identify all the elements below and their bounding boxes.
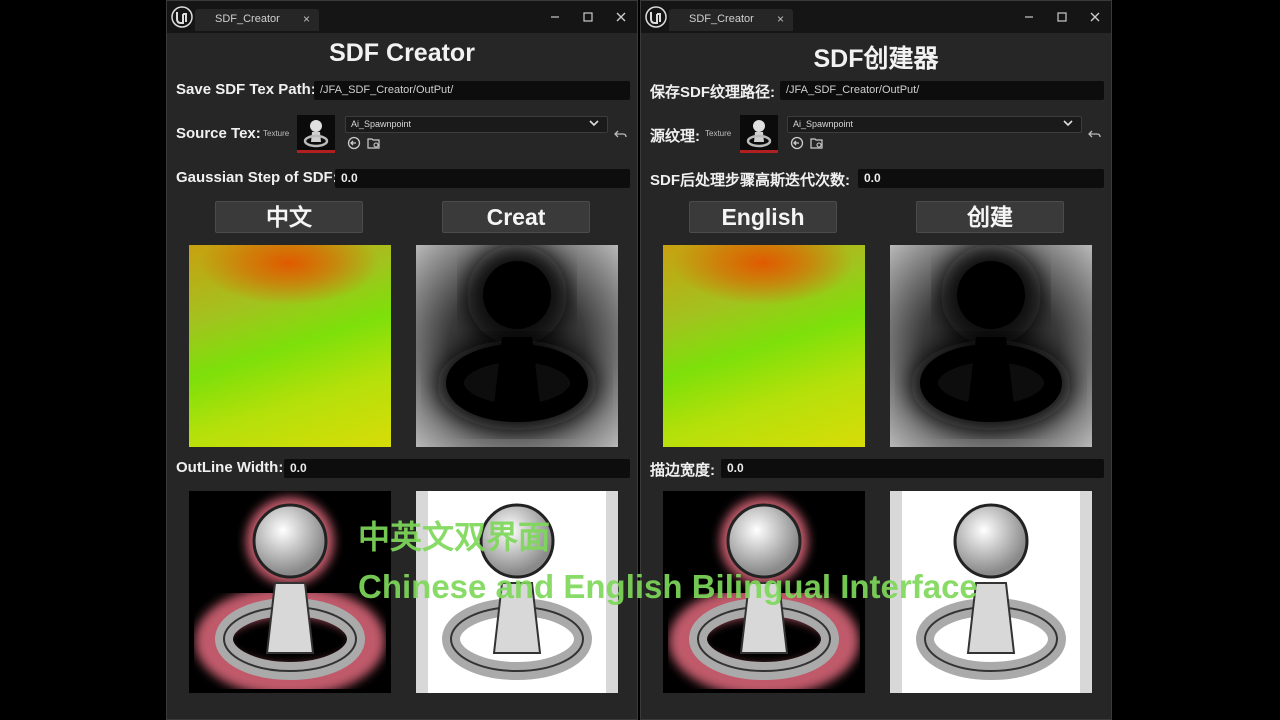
jfa-gradient-preview (189, 245, 391, 447)
texture-type-label: Texture (705, 129, 732, 138)
close-icon[interactable] (609, 7, 633, 27)
window-titlebar[interactable]: SDF_Creator × (641, 1, 1111, 33)
unreal-logo-icon (645, 6, 667, 28)
gaussian-step-input[interactable]: 0.0 (335, 169, 630, 188)
reset-arrow-icon[interactable] (614, 127, 628, 141)
sdf-creator-window-chinese: SDF_Creator × SDF创建器 保存SDF纹理路径: /JFA_SDF… (640, 0, 1112, 720)
app-title: SDF创建器 (813, 45, 939, 73)
minimize-icon[interactable] (1017, 7, 1041, 27)
tab-close-icon[interactable]: × (303, 12, 310, 26)
language-toggle-button[interactable]: 中文 (215, 201, 363, 233)
tab-close-icon[interactable]: × (777, 12, 784, 26)
language-toggle-button[interactable]: English (689, 201, 837, 233)
gaussian-step-input[interactable]: 0.0 (858, 169, 1104, 188)
save-path-input[interactable]: /JFA_SDF_Creator/OutPut/ (314, 81, 630, 100)
source-tex-label: Source Tex: (176, 125, 261, 142)
source-texture-thumbnail[interactable] (740, 115, 778, 153)
maximize-icon[interactable] (1050, 7, 1074, 27)
spawnpoint-thumbnail-icon (303, 120, 329, 148)
tab-sdf-creator[interactable]: SDF_Creator × (669, 9, 793, 31)
outline-width-label: 描边宽度: (650, 462, 715, 479)
sdf-distance-preview (890, 245, 1092, 447)
source-texture-value: Ai_Spawnpoint (351, 119, 412, 129)
source-texture-thumbnail[interactable] (297, 115, 335, 153)
gaussian-step-label: SDF后处理步骤高斯迭代次数: (650, 172, 850, 189)
tab-sdf-creator[interactable]: SDF_Creator × (195, 9, 319, 31)
save-path-input[interactable]: /JFA_SDF_Creator/OutPut/ (780, 81, 1104, 100)
browse-asset-icon[interactable] (790, 136, 804, 150)
overlay-caption-chinese: 中英文双界面 (358, 519, 551, 555)
tab-title: SDF_Creator (215, 13, 280, 25)
sdf-creator-window-english: SDF_Creator × SDF Creator Save SDF Tex P… (166, 0, 638, 720)
sdf-distance-preview (416, 245, 618, 447)
window-titlebar[interactable]: SDF_Creator × (167, 1, 637, 33)
app-title: SDF Creator (329, 39, 475, 67)
spawnpoint-thumbnail-icon (746, 120, 772, 148)
overlay-caption-english: Chinese and English Bilingual Interface (358, 568, 978, 605)
texture-type-label: Texture (263, 129, 290, 138)
dropdown-arrow-icon (589, 120, 599, 127)
find-in-browser-icon[interactable] (810, 136, 824, 150)
find-in-browser-icon[interactable] (367, 136, 381, 150)
jfa-gradient-preview (663, 245, 865, 447)
maximize-icon[interactable] (576, 7, 600, 27)
dropdown-arrow-icon (1063, 120, 1073, 127)
create-button[interactable]: Creat (442, 201, 590, 233)
reset-arrow-icon[interactable] (1088, 127, 1102, 141)
create-button[interactable]: 创建 (916, 201, 1064, 233)
outline-width-label: OutLine Width: (176, 459, 284, 476)
save-path-label: Save SDF Tex Path: (176, 81, 316, 98)
unreal-logo-icon (171, 6, 193, 28)
source-texture-dropdown[interactable]: Ai_Spawnpoint (345, 116, 608, 133)
outline-width-input[interactable]: 0.0 (721, 459, 1104, 478)
tab-title: SDF_Creator (689, 13, 754, 25)
browse-asset-icon[interactable] (347, 136, 361, 150)
close-icon[interactable] (1083, 7, 1107, 27)
gaussian-step-label: Gaussian Step of SDF: (176, 169, 338, 186)
minimize-icon[interactable] (543, 7, 567, 27)
source-texture-dropdown[interactable]: Ai_Spawnpoint (787, 116, 1082, 133)
outline-width-input[interactable]: 0.0 (284, 459, 630, 478)
save-path-label: 保存SDF纹理路径: (650, 84, 775, 101)
source-texture-value: Ai_Spawnpoint (793, 119, 854, 129)
source-tex-label: 源纹理: (650, 128, 700, 145)
